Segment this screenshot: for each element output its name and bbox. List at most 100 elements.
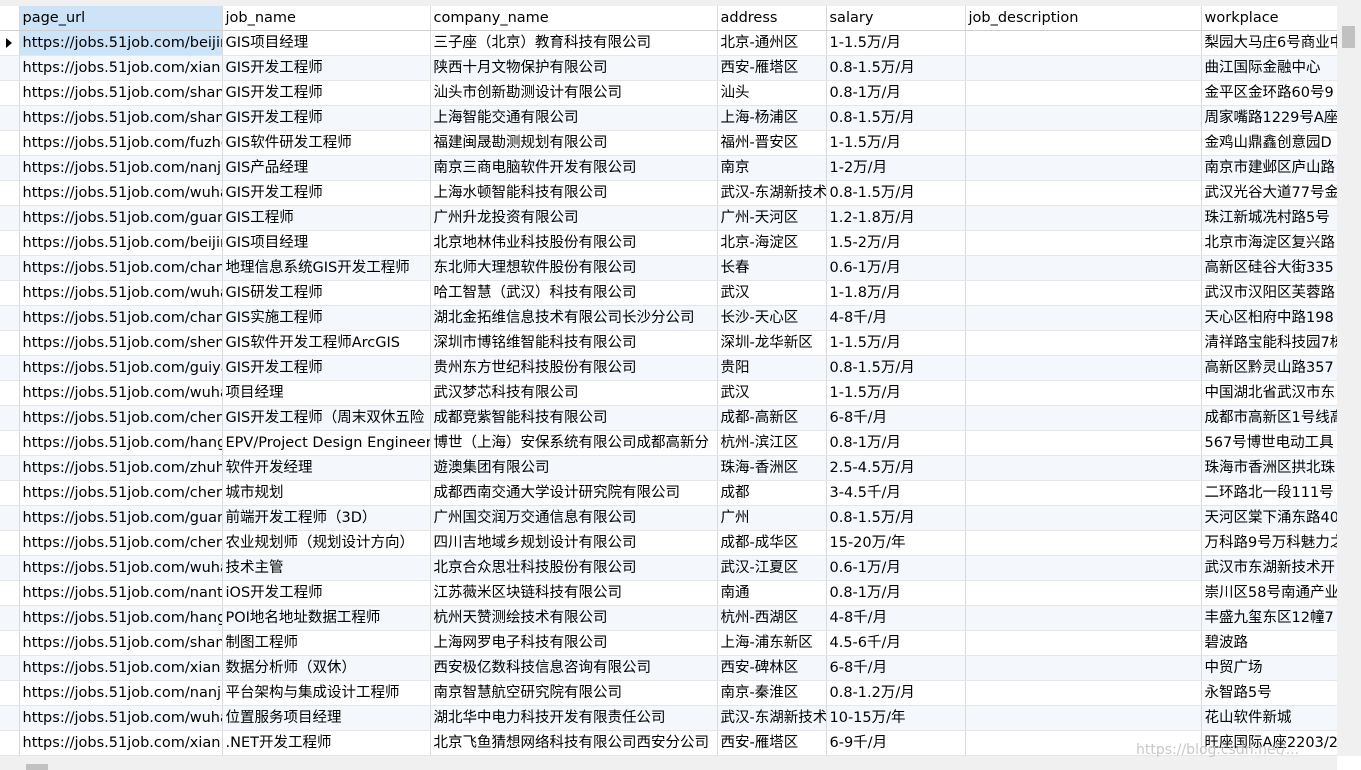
cell-salary[interactable]: 1-1.5万/月 [826, 330, 966, 356]
row-indicator[interactable] [0, 705, 20, 731]
row-indicator[interactable] [0, 630, 20, 656]
cell-address[interactable]: 珠海-香洲区 [717, 455, 827, 481]
cell-company-name[interactable]: 哈工智慧（武汉）科技有限公司 [430, 280, 718, 306]
cell-address[interactable]: 西安-雁塔区 [717, 730, 827, 756]
cell-salary[interactable]: 0.8-1.5万/月 [826, 355, 966, 381]
cell-salary[interactable]: 1-1.5万/月 [826, 380, 966, 406]
cell-job-description[interactable] [965, 705, 1202, 731]
cell-job-description[interactable] [965, 30, 1202, 56]
table-row[interactable]: https://jobs.51job.com/beijing GIS项目经理 三子座… [0, 30, 1337, 56]
cell-job-description[interactable] [965, 505, 1202, 531]
cell-workplace[interactable]: 武汉光谷大道77号金 [1201, 180, 1337, 206]
row-indicator[interactable] [0, 430, 20, 456]
table-row[interactable]: https://jobs.51job.com/shanghaiGIS开发工程师上… [0, 105, 1337, 131]
cell-salary[interactable]: 0.8-1万/月 [826, 80, 966, 106]
table-row[interactable]: https://jobs.51job.com/hangzhouPOI地名地址数据… [0, 605, 1337, 631]
cell-address[interactable]: 武汉 [717, 380, 827, 406]
cell-address[interactable]: 汕头 [717, 80, 827, 106]
row-indicator[interactable] [0, 80, 20, 106]
cell-address[interactable]: 深圳-龙华新区 [717, 330, 827, 356]
cell-company-name[interactable]: 成都竞紫智能科技有限公司 [430, 405, 718, 431]
cell-salary[interactable]: 1-1.5万/月 [826, 130, 966, 156]
row-indicator[interactable] [0, 155, 20, 181]
row-indicator[interactable] [0, 55, 20, 81]
cell-company-name[interactable]: 北京地林伟业科技股份有限公司 [430, 230, 718, 256]
cell-workplace[interactable]: 北京市海淀区复兴路 [1201, 230, 1337, 256]
cell-job-name[interactable]: GIS开发工程师 [222, 355, 431, 381]
cell-address[interactable]: 西安-碑林区 [717, 655, 827, 681]
cell-workplace[interactable]: 金鸡山鼎鑫创意园D [1201, 130, 1337, 156]
cell-company-name[interactable]: 广州升龙投资有限公司 [430, 205, 718, 231]
cell-workplace[interactable]: 成都市高新区1号线高 [1201, 405, 1337, 431]
cell-page-url[interactable]: https://jobs.51job.com/beijing [19, 30, 223, 56]
cell-address[interactable]: 成都 [717, 480, 827, 506]
cell-salary[interactable]: 0.8-1.5万/月 [826, 105, 966, 131]
row-indicator[interactable] [0, 130, 20, 156]
cell-job-description[interactable] [965, 430, 1202, 456]
cell-company-name[interactable]: 北京飞鱼猜想网络科技有限公司西安分公司 [430, 730, 718, 756]
cell-job-description[interactable] [965, 55, 1202, 81]
cell-job-description[interactable] [965, 155, 1202, 181]
cell-job-name[interactable]: 城市规划 [222, 480, 431, 506]
cell-address[interactable]: 西安-雁塔区 [717, 55, 827, 81]
table-row[interactable]: https://jobs.51job.com/shanghai制图工程师上海网罗… [0, 630, 1337, 656]
cell-company-name[interactable]: 湖北金拓维信息技术有限公司长沙分公司 [430, 305, 718, 331]
row-indicator[interactable] [0, 555, 20, 581]
cell-company-name[interactable]: 武汉梦芯科技有限公司 [430, 380, 718, 406]
cell-company-name[interactable]: 上海网罗电子科技有限公司 [430, 630, 718, 656]
cell-company-name[interactable]: 三子座（北京）教育科技有限公司 [430, 30, 718, 56]
table-row[interactable]: https://jobs.51job.com/guangzhou前端开发工程师（… [0, 505, 1337, 531]
cell-company-name[interactable]: 陕西十月文物保护有限公司 [430, 55, 718, 81]
cell-salary[interactable]: 0.8-1万/月 [826, 430, 966, 456]
cell-page-url[interactable]: https://jobs.51job.com/wuhan [19, 705, 223, 731]
cell-page-url[interactable]: https://jobs.51job.com/beijing [19, 230, 223, 256]
cell-job-description[interactable] [965, 530, 1202, 556]
cell-job-description[interactable] [965, 480, 1202, 506]
table-row[interactable]: https://jobs.51job.com/wuhan GIS开发工程师 上海水顿… [0, 180, 1337, 206]
data-grid[interactable]: page_url job_name company_name address s… [0, 6, 1337, 756]
cell-job-name[interactable]: GIS研发工程师 [222, 280, 431, 306]
cell-job-name[interactable]: EPV/Project Design Engineer [222, 430, 431, 456]
cell-workplace[interactable]: 曲江国际金融中心 [1201, 55, 1337, 81]
cell-company-name[interactable]: 上海水顿智能科技有限公司 [430, 180, 718, 206]
cell-job-description[interactable] [965, 580, 1202, 606]
cell-company-name[interactable]: 博世（上海）安保系统有限公司成都高新分 [430, 430, 718, 456]
cell-job-description[interactable] [965, 205, 1202, 231]
cell-address[interactable]: 福州-晋安区 [717, 130, 827, 156]
cell-page-url[interactable]: https://jobs.51job.com/changsha [19, 305, 223, 331]
table-row[interactable]: https://jobs.51job.com/guangzhouGIS工程师广州… [0, 205, 1337, 231]
cell-job-name[interactable]: 数据分析师（双休） [222, 655, 431, 681]
cell-page-url[interactable]: https://jobs.51job.com/wuhan [19, 180, 223, 206]
cell-page-url[interactable]: https://jobs.51job.com/shanghai [19, 105, 223, 131]
cell-salary[interactable]: 10-15万/年 [826, 705, 966, 731]
cell-company-name[interactable]: 南京智慧航空研究院有限公司 [430, 680, 718, 706]
cell-job-description[interactable] [965, 405, 1202, 431]
cell-company-name[interactable]: 江苏薇米区块链科技有限公司 [430, 580, 718, 606]
cell-job-name[interactable]: GIS开发工程师 [222, 180, 431, 206]
cell-company-name[interactable]: 杭州天赞测绘技术有限公司 [430, 605, 718, 631]
cell-company-name[interactable]: 广州国交润万交通信息有限公司 [430, 505, 718, 531]
cell-job-description[interactable] [965, 130, 1202, 156]
column-header-address[interactable]: address [717, 6, 827, 31]
row-indicator[interactable] [0, 305, 20, 331]
cell-job-name[interactable]: 平台架构与集成设计工程师 [222, 680, 431, 706]
cell-job-description[interactable] [965, 455, 1202, 481]
cell-address[interactable]: 武汉-江夏区 [717, 555, 827, 581]
cell-workplace[interactable]: 天河区棠下涌东路40 [1201, 505, 1337, 531]
vertical-scroll-thumb[interactable] [1342, 26, 1355, 48]
column-header-salary[interactable]: salary [826, 6, 966, 31]
row-indicator[interactable] [0, 255, 20, 281]
row-indicator[interactable] [0, 580, 20, 606]
cell-company-name[interactable]: 福建闽晟勘测规划有限公司 [430, 130, 718, 156]
cell-workplace[interactable]: 二环路北一段111号 [1201, 480, 1337, 506]
vertical-scrollbar[interactable] [1337, 6, 1361, 756]
cell-workplace[interactable]: 万科路9号万科魅力之 [1201, 530, 1337, 556]
cell-job-name[interactable]: GIS项目经理 [222, 30, 431, 56]
column-header-job-description[interactable]: job_description [965, 6, 1202, 31]
cell-address[interactable]: 成都-成华区 [717, 530, 827, 556]
cell-job-name[interactable]: GIS工程师 [222, 205, 431, 231]
cell-salary[interactable]: 4-8千/月 [826, 605, 966, 631]
cell-page-url[interactable]: https://jobs.51job.com/shantou [19, 80, 223, 106]
cell-address[interactable]: 武汉 [717, 280, 827, 306]
cell-address[interactable]: 广州-天河区 [717, 205, 827, 231]
